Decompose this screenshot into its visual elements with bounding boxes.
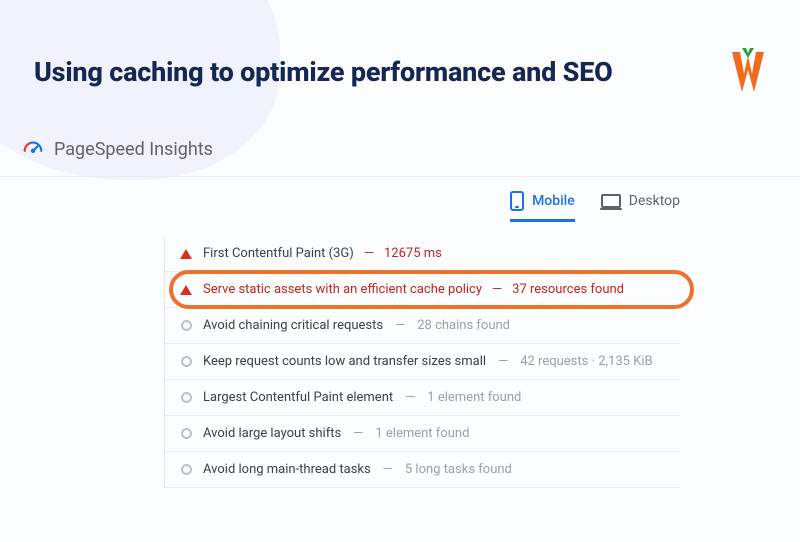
audit-detail: 1 element found — [427, 390, 521, 405]
audit-detail: 12675 ms — [384, 246, 442, 261]
info-circle-icon — [179, 320, 193, 331]
info-circle-icon — [179, 392, 193, 403]
audit-title: Avoid chaining critical requests — [203, 318, 383, 333]
info-circle-icon — [179, 464, 193, 475]
audit-title: Avoid large layout shifts — [203, 426, 341, 441]
audit-title: Largest Contentful Paint element — [203, 390, 393, 405]
audit-row[interactable]: Avoid large layout shifts — 1 element fo… — [165, 416, 680, 452]
phone-icon — [510, 191, 524, 211]
device-tabs: Mobile Desktop — [0, 177, 800, 222]
audit-row[interactable]: Largest Contentful Paint element — 1 ele… — [165, 380, 680, 416]
separator: — — [405, 390, 415, 405]
separator: — — [395, 318, 405, 333]
pagespeed-icon — [22, 138, 44, 160]
audit-title: Avoid long main-thread tasks — [203, 462, 371, 477]
audit-detail: 1 element found — [375, 426, 469, 441]
tab-mobile[interactable]: Mobile — [510, 191, 575, 222]
tab-desktop[interactable]: Desktop — [601, 191, 680, 222]
audit-detail: 37 resources found — [512, 282, 624, 297]
pagespeed-insights-label: PageSpeed Insights — [54, 139, 213, 160]
info-circle-icon — [179, 356, 193, 367]
audit-row[interactable]: First Contentful Paint (3G) — 12675 ms — [165, 236, 680, 272]
audit-detail: 42 requests · 2,135 KiB — [520, 354, 652, 369]
tab-desktop-label: Desktop — [629, 193, 680, 209]
page-title: Using caching to optimize performance an… — [34, 56, 613, 88]
tab-mobile-label: Mobile — [532, 193, 575, 209]
audit-row[interactable]: Avoid long main-thread tasks — 5 long ta… — [165, 452, 680, 488]
info-circle-icon — [179, 428, 193, 439]
warning-triangle-icon — [179, 249, 193, 259]
audit-row[interactable]: Serve static assets with an efficient ca… — [165, 272, 680, 308]
audit-detail: 5 long tasks found — [405, 462, 512, 477]
audit-list: First Contentful Paint (3G) — 12675 ms Se… — [164, 236, 680, 488]
audit-row[interactable]: Keep request counts low and transfer siz… — [165, 344, 680, 380]
warning-triangle-icon — [179, 285, 193, 295]
separator: — — [498, 354, 508, 369]
audit-title: Keep request counts low and transfer siz… — [203, 354, 486, 369]
separator: — — [383, 462, 393, 477]
separator: — — [353, 426, 363, 441]
laptop-icon — [601, 194, 621, 208]
audit-detail: 28 chains found — [417, 318, 510, 333]
audit-title: Serve static assets with an efficient ca… — [203, 282, 482, 297]
separator: — — [364, 246, 374, 261]
audit-row[interactable]: Avoid chaining critical requests — 28 ch… — [165, 308, 680, 344]
w-carrot-icon — [730, 48, 766, 96]
audit-title: First Contentful Paint (3G) — [203, 246, 354, 261]
separator: — — [492, 282, 502, 297]
